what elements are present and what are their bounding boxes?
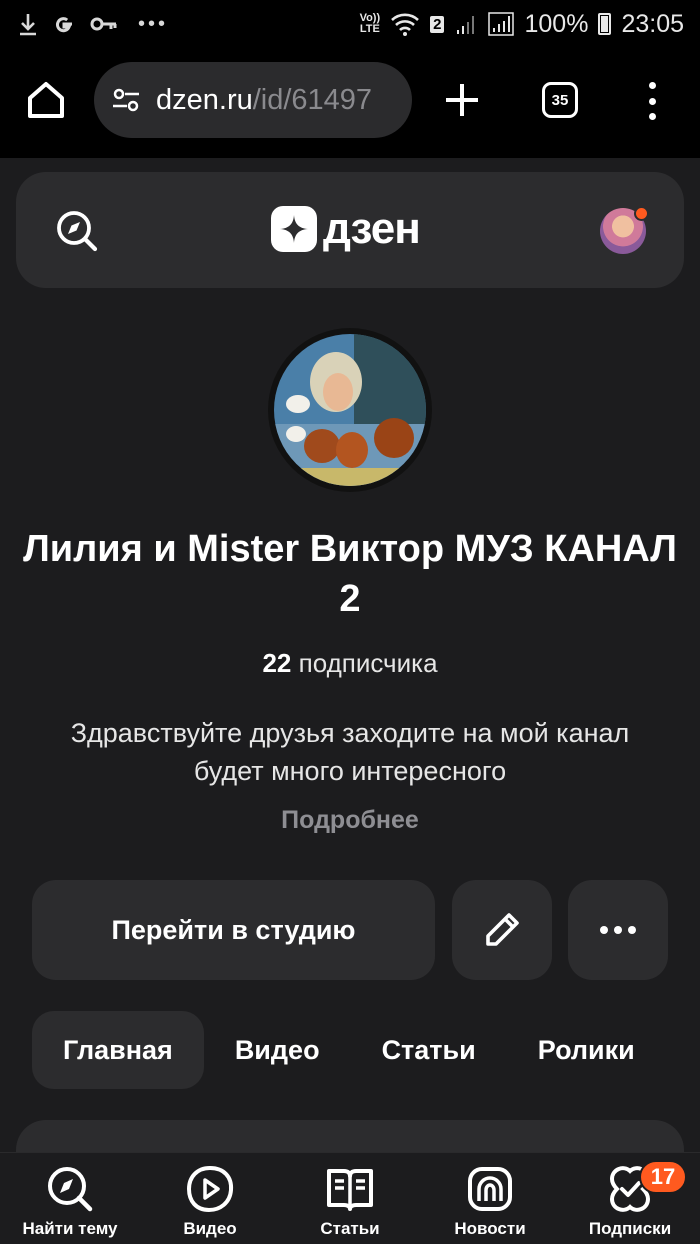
subscriber-count: 22 подписчика: [0, 648, 700, 679]
news-icon: [468, 1167, 512, 1211]
nav-label: Подписки: [588, 1219, 672, 1238]
battery-icon: [598, 13, 612, 35]
address-bar[interactable]: dzen.ru/id/61497: [94, 62, 412, 138]
go-to-studio-button[interactable]: Перейти в студию: [32, 880, 435, 980]
dzen-header: дзен: [16, 172, 684, 288]
more-notifications-icon: •••: [138, 12, 169, 35]
nav-label: Статьи: [320, 1219, 380, 1238]
volte-indicator: Vo)) LTE: [359, 12, 381, 35]
nav-find-topic[interactable]: Найти тему: [0, 1153, 140, 1244]
pencil-icon: [486, 913, 519, 946]
channel-tabs: Главная Видео Статьи Ролики: [32, 1011, 666, 1089]
url-path: /id/61497: [252, 83, 373, 116]
status-right: Vo)) LTE 2 100% 23:05: [360, 10, 684, 39]
channel-title: Лилия и Mister Виктор МУЗ КАНАЛ 2: [23, 528, 677, 620]
channel-avatar: [268, 328, 432, 492]
new-tab-icon[interactable]: [442, 80, 482, 120]
google-icon: [55, 17, 72, 33]
nav-news[interactable]: Новости: [420, 1153, 560, 1244]
signal-icon-1: [457, 16, 475, 34]
status-left-icons: •••: [18, 12, 168, 36]
notification-dot: [634, 206, 649, 221]
battery-percent: 100%: [524, 9, 589, 38]
status-bar: ••• Vo)) LTE 2 100% 23:05: [0, 0, 700, 48]
video-icon: [186, 1165, 234, 1213]
more-options-button[interactable]: [568, 880, 668, 980]
tab-main[interactable]: Главная: [32, 1011, 204, 1089]
more-link[interactable]: Подробнее: [0, 806, 700, 835]
subscriptions-badge: 17: [639, 1160, 687, 1194]
dzen-logo-text: дзен: [323, 204, 421, 253]
url-text[interactable]: dzen.ru/id/61497: [156, 84, 372, 117]
nav-subscriptions[interactable]: Подписки 17: [560, 1153, 700, 1244]
subscriber-label: подписчика: [298, 648, 438, 678]
browser-menu-icon[interactable]: [640, 80, 664, 122]
tab-articles[interactable]: Статьи: [351, 1011, 507, 1089]
sim-slot-badge: 2: [430, 15, 445, 33]
subscriber-number: 22: [262, 648, 292, 678]
signal-icon-2: [488, 12, 515, 36]
user-avatar[interactable]: [600, 206, 649, 254]
clock: 23:05: [621, 9, 684, 38]
dzen-logo[interactable]: дзен: [271, 204, 421, 253]
dzen-logo-icon: [271, 206, 317, 252]
tab-count: 35: [551, 91, 569, 109]
edit-button[interactable]: [452, 880, 552, 980]
nav-video[interactable]: Видео: [140, 1153, 280, 1244]
url-host: dzen.ru: [156, 83, 253, 116]
nav-label: Найти тему: [22, 1219, 118, 1238]
browser-toolbar: dzen.ru/id/61497 35: [0, 48, 700, 158]
compass-search-icon: [48, 1167, 93, 1212]
tab-switcher-button[interactable]: 35: [542, 82, 578, 118]
key-icon: [90, 17, 117, 31]
channel-description: Здравствуйте друзья заходите на мой кана…: [70, 718, 630, 786]
tab-video[interactable]: Видео: [204, 1011, 351, 1089]
channel-avatar-image: [274, 334, 426, 486]
download-icon: [20, 14, 36, 36]
nav-label: Новости: [454, 1219, 526, 1238]
page-content: дзен Лилия и Mister Виктор МУЗ КАНАЛ 2 2…: [0, 158, 700, 1244]
nav-label: Видео: [183, 1219, 237, 1238]
book-icon: [327, 1169, 373, 1211]
go-to-studio-label: Перейти в студию: [111, 914, 356, 945]
bottom-navigation: Найти тему Видео Статьи Новости Подписки…: [0, 1152, 700, 1244]
nav-articles[interactable]: Статьи: [280, 1153, 420, 1244]
home-icon[interactable]: [24, 78, 68, 122]
tab-shorts[interactable]: Ролики: [507, 1011, 666, 1089]
site-settings-icon[interactable]: [110, 84, 142, 116]
wifi-icon: [391, 13, 420, 36]
search-icon[interactable]: [54, 208, 100, 254]
